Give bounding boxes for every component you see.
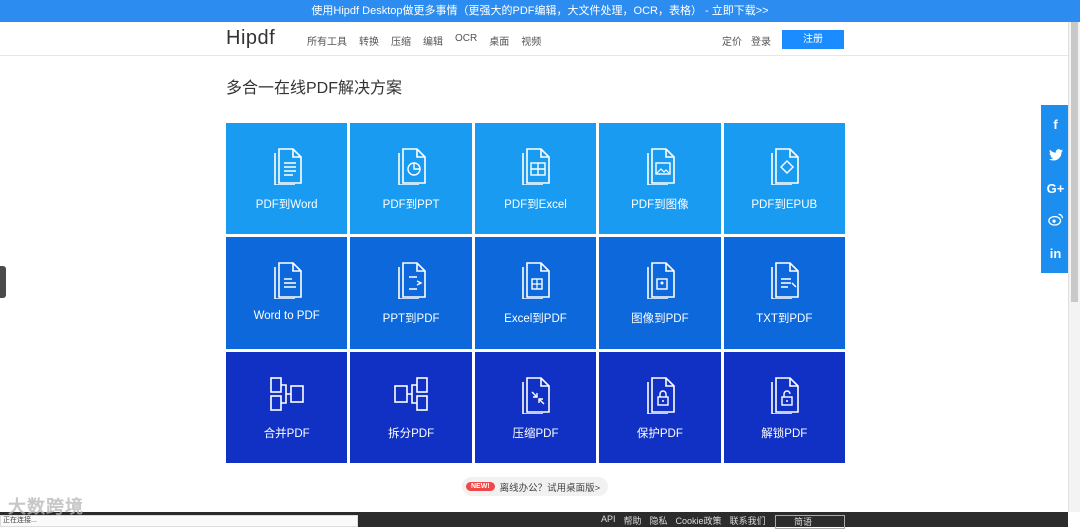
pdf-to-ppt-icon (393, 145, 429, 186)
tool-tile-ppt-to-pdf[interactable]: PPT到PDF (350, 237, 472, 349)
menu-convert[interactable]: 转换 (359, 33, 379, 48)
tool-tile-compress-pdf[interactable]: 压缩PDF (474, 351, 597, 463)
tool-tile-pdf-to-image[interactable]: PDF到图像 (599, 123, 721, 235)
word-to-pdf-icon (269, 259, 305, 301)
tool-tile-excel-to-pdf[interactable]: Excel到PDF (474, 237, 597, 349)
tool-grid: PDF到Word PDF到PPT PDF到Excel PDF到图像 PDF到EPUB Wo… (226, 123, 845, 463)
menu-ocr[interactable]: OCR (455, 33, 477, 48)
pdf-to-word-icon (269, 145, 305, 186)
login-link[interactable]: 登录 (751, 33, 771, 48)
merge-pdf-icon (269, 374, 305, 414)
protect-pdf-icon (642, 374, 678, 415)
menu-desktop[interactable]: 桌面 (489, 33, 509, 48)
pdf-to-epub-icon (766, 145, 802, 186)
tool-label: 保护PDF (636, 427, 683, 440)
hipdf-logo[interactable]: Hipdf (226, 27, 275, 50)
tool-label: Excel到PDF (504, 313, 567, 326)
tool-tile-txt-to-pdf[interactable]: TXT到PDF (723, 237, 845, 349)
tool-label: 图像到PDF (631, 313, 689, 326)
tool-tile-pdf-to-word[interactable]: PDF到Word (226, 123, 348, 235)
scrollbar-thumb[interactable] (1071, 22, 1078, 302)
tool-label: PDF到PPT (382, 199, 440, 211)
tool-tile-image-to-pdf[interactable]: 图像到PDF (599, 237, 721, 349)
tool-label: 压缩PDF (512, 427, 559, 440)
main-menu: 所有工具 转换 压缩 编辑 OCR 桌面 视频 (307, 33, 541, 48)
desktop-promo-link[interactable]: NEW! 离线办公？试用桌面版> (462, 477, 609, 496)
excel-to-pdf-icon (517, 259, 553, 301)
linkedin-icon[interactable]: in (1041, 246, 1070, 261)
tool-label: 拆分PDF (388, 427, 435, 440)
new-badge: NEW! (466, 482, 495, 491)
tool-label: 合并PDF (263, 427, 310, 440)
tool-label: PDF到Word (255, 199, 318, 211)
footer-contact-link[interactable]: 联系我们 (730, 514, 766, 527)
download-banner[interactable]: 使用Hipdf Desktop做更多事情（更强大的PDF编辑，大文件处理，OCR… (0, 0, 1080, 22)
twitter-icon[interactable] (1041, 149, 1070, 164)
tool-tile-pdf-to-excel[interactable]: PDF到Excel (474, 123, 597, 235)
image-to-pdf-icon (642, 259, 678, 301)
footer-links: API 帮助 隐私 Cookie政策 联系我们 (601, 514, 766, 527)
signup-button[interactable]: 注册 (782, 30, 844, 49)
tool-label: PDF到Excel (504, 199, 567, 211)
social-share-bar: f G+ in (1041, 105, 1070, 273)
side-handle[interactable] (0, 266, 6, 298)
weibo-icon[interactable] (1041, 213, 1070, 229)
txt-to-pdf-icon (766, 259, 802, 301)
tool-tile-protect-pdf[interactable]: 保护PDF (599, 351, 721, 463)
vertical-scrollbar[interactable] (1068, 22, 1080, 512)
banner-text: 使用Hipdf Desktop做更多事情（更强大的PDF编辑，大文件处理，OCR… (311, 5, 702, 17)
tool-tile-pdf-to-epub[interactable]: PDF到EPUB (723, 123, 845, 235)
tool-tile-pdf-to-ppt[interactable]: PDF到PPT (350, 123, 472, 235)
tool-label: PDF到EPUB (751, 199, 818, 211)
menu-compress[interactable]: 压缩 (391, 33, 411, 48)
split-pdf-icon (393, 374, 429, 414)
tool-tile-merge-pdf[interactable]: 合并PDF (226, 351, 348, 463)
footer-cookie-link[interactable]: Cookie政策 (676, 514, 722, 527)
pdf-to-image-icon (642, 145, 678, 186)
banner-download-link[interactable]: - 立即下载>> (702, 5, 769, 17)
menu-edit[interactable]: 编辑 (423, 33, 443, 48)
footer-privacy-link[interactable]: 隐私 (650, 514, 668, 527)
ppt-to-pdf-icon (393, 259, 429, 301)
unlock-pdf-icon (766, 374, 802, 415)
tool-tile-unlock-pdf[interactable]: 解锁PDF (723, 351, 845, 463)
tool-label: 解锁PDF (761, 427, 808, 440)
pricing-link[interactable]: 定价 (722, 33, 742, 48)
google-plus-icon[interactable]: G+ (1041, 181, 1070, 196)
tool-tile-split-pdf[interactable]: 拆分PDF (350, 351, 472, 463)
footer-help-link[interactable]: 帮助 (624, 514, 642, 527)
top-navigation: Hipdf 所有工具 转换 压缩 编辑 OCR 桌面 视频 定价 登录 注册 (0, 22, 1068, 56)
page-title: 多合一在线PDF解决方案 (226, 80, 403, 97)
footer-api-link[interactable]: API (601, 514, 616, 527)
facebook-icon[interactable]: f (1041, 117, 1070, 132)
tool-label: PDF到图像 (631, 199, 689, 211)
tool-label: PPT到PDF (382, 313, 440, 326)
menu-all-tools[interactable]: 所有工具 (307, 33, 347, 48)
menu-video[interactable]: 视频 (521, 33, 541, 48)
tool-tile-word-to-pdf[interactable]: Word to PDF (226, 237, 348, 349)
pdf-to-excel-icon (517, 145, 553, 186)
tool-label: TXT到PDF (756, 313, 813, 326)
promo-text: 离线办公？试用桌面版> (499, 482, 601, 494)
watermark: 大数跨境 (8, 497, 84, 517)
compress-pdf-icon (517, 374, 553, 415)
tool-label: Word to PDF (253, 310, 320, 323)
